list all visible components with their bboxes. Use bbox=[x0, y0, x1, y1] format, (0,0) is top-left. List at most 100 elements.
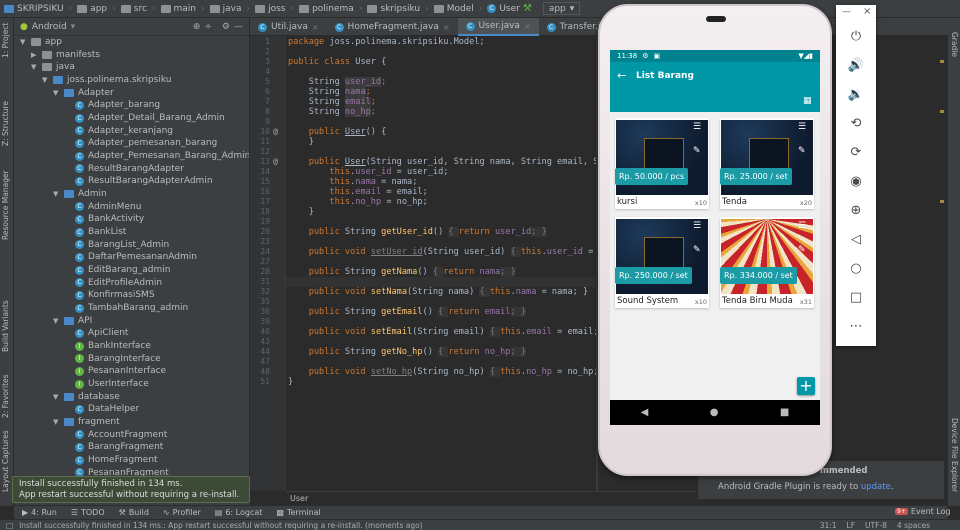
tool-layout-captures[interactable]: Layout Captures bbox=[1, 430, 10, 492]
tree-item[interactable]: C ResultBarangAdapter bbox=[64, 163, 184, 175]
tool-favorites[interactable]: 2: Favorites bbox=[1, 374, 10, 418]
run-config-select[interactable]: app ▾ bbox=[542, 2, 581, 15]
home-icon[interactable]: ○ bbox=[836, 261, 876, 276]
tree-item[interactable]: C HomeFragment bbox=[64, 454, 158, 466]
error-stripe-mark[interactable] bbox=[940, 110, 944, 113]
locate-icon[interactable]: ⊕ bbox=[193, 22, 201, 32]
tree-item[interactable]: C DataHelper bbox=[64, 403, 139, 415]
tree-item[interactable]: C Adapter_keranjang bbox=[64, 125, 173, 137]
tool-project[interactable]: 1: Project bbox=[1, 23, 10, 58]
edit-pencil-icon[interactable]: ✎ bbox=[693, 245, 701, 255]
expanded-arrow-icon[interactable]: ▼ bbox=[42, 76, 49, 84]
grid-view-icon[interactable]: ▦ bbox=[803, 96, 812, 106]
back-icon[interactable]: ◁ bbox=[836, 232, 876, 247]
list-icon[interactable]: ☰ bbox=[798, 122, 806, 132]
breadcrumb-item[interactable]: app bbox=[77, 4, 107, 14]
expanded-arrow-icon[interactable]: ▼ bbox=[53, 418, 60, 426]
tree-item[interactable]: C Adapter_Detail_Barang_Admin bbox=[64, 112, 225, 124]
tree-item[interactable]: ▼ fragment bbox=[53, 416, 120, 428]
error-stripe-mark[interactable] bbox=[940, 200, 944, 203]
expanded-arrow-icon[interactable]: ▼ bbox=[53, 89, 60, 97]
hide-icon[interactable]: — bbox=[234, 22, 243, 32]
close-tab-icon[interactable]: × bbox=[524, 22, 531, 31]
breadcrumb-item[interactable]: skripsiku bbox=[367, 4, 420, 14]
nav-home-icon[interactable]: ● bbox=[710, 407, 719, 418]
tree-item[interactable]: C EditProfileAdmin bbox=[64, 277, 162, 289]
breadcrumb-item[interactable]: joss bbox=[255, 4, 285, 14]
close-tab-icon[interactable]: × bbox=[312, 23, 319, 32]
tree-item[interactable]: C BankList bbox=[64, 226, 126, 238]
line-separator[interactable]: LF bbox=[847, 521, 856, 530]
tool-terminal-button[interactable]: ▩ Terminal bbox=[276, 508, 320, 517]
tree-item[interactable]: C Adapter_Pemesanan_Barang_Admin bbox=[64, 150, 249, 162]
project-view-select[interactable]: Android bbox=[32, 22, 67, 32]
expanded-arrow-icon[interactable]: ▼ bbox=[53, 393, 60, 401]
list-icon[interactable]: ☰ bbox=[798, 221, 806, 231]
tree-item[interactable]: C ApiClient bbox=[64, 327, 128, 339]
tool-build-variants[interactable]: Build Variants bbox=[1, 300, 10, 352]
tree-item[interactable]: ▼ Adapter bbox=[53, 87, 114, 99]
tree-item[interactable]: C EditBarang_admin bbox=[64, 264, 170, 276]
tree-item[interactable]: C ResultBarangAdapterAdmin bbox=[64, 175, 213, 187]
tool-device-file-explorer[interactable]: Device File Explorer bbox=[950, 418, 959, 492]
edit-pencil-icon[interactable]: ✎ bbox=[798, 146, 806, 156]
breadcrumb-item[interactable]: polinema bbox=[299, 4, 354, 14]
rotate-left-icon[interactable]: ⟲ bbox=[836, 116, 876, 131]
tool-logcat-button[interactable]: ▤ 6: Logcat bbox=[215, 508, 263, 517]
event-log-button[interactable]: 9+ Event Log bbox=[895, 507, 951, 516]
edit-pencil-icon[interactable]: ✎ bbox=[798, 245, 806, 255]
close-icon[interactable]: × bbox=[863, 6, 871, 17]
tool-build-button[interactable]: ⚒ Build bbox=[119, 508, 149, 517]
gear-icon[interactable]: ⚙ bbox=[222, 22, 230, 32]
tree-item[interactable]: I BarangInterface bbox=[64, 353, 161, 365]
item-card[interactable]: ☰ ✎ Rp. 250.000 / set Sound System x10 bbox=[615, 217, 709, 308]
override-marker-icon[interactable]: @ bbox=[268, 127, 278, 136]
tree-item[interactable]: I UserInterface bbox=[64, 378, 149, 390]
tree-item[interactable]: C DaftarPemesananAdmin bbox=[64, 251, 197, 263]
tool-structure[interactable]: Z: Structure bbox=[1, 101, 10, 146]
tree-item[interactable]: ▼ joss.polinema.skripsiku bbox=[42, 74, 172, 86]
tree-item[interactable]: C BarangFragment bbox=[64, 441, 163, 453]
list-icon[interactable]: ☰ bbox=[693, 122, 701, 132]
tree-item[interactable]: C AccountFragment bbox=[64, 429, 167, 441]
item-card[interactable]: ☰ ✎ Rp. 50.000 / pcs kursi x10 bbox=[615, 118, 709, 209]
item-card[interactable]: ☰ ✎ Rp. 25.000 / set Tenda x20 bbox=[720, 118, 814, 209]
tree-item[interactable]: ▶ manifests bbox=[31, 49, 100, 61]
build-hammer-icon[interactable]: ⚒ bbox=[523, 3, 532, 14]
breadcrumb-item[interactable]: main bbox=[160, 4, 196, 14]
tool-resource-manager[interactable]: Resource Manager bbox=[1, 170, 10, 240]
camera-icon[interactable]: ◉ bbox=[836, 174, 876, 189]
tree-item[interactable]: C Adapter_pemesanan_barang bbox=[64, 137, 217, 149]
tree-item[interactable]: C AdminMenu bbox=[64, 201, 141, 213]
item-card[interactable]: ☰ ✎ Rp. 334.000 / set Tenda Biru Muda x31 bbox=[720, 217, 814, 308]
list-icon[interactable]: ☰ bbox=[693, 221, 701, 231]
expanded-arrow-icon[interactable]: ▼ bbox=[53, 190, 60, 198]
error-stripe-mark[interactable] bbox=[940, 60, 944, 63]
close-tab-icon[interactable]: × bbox=[443, 23, 450, 32]
update-link[interactable]: update bbox=[861, 482, 891, 492]
collapse-icon[interactable]: ÷ bbox=[204, 22, 212, 32]
breadcrumb-item[interactable]: Model bbox=[433, 4, 474, 14]
tree-item[interactable]: ▼ java bbox=[31, 61, 75, 73]
editor-tab[interactable]: C HomeFragment.java × bbox=[327, 18, 458, 36]
collapsed-arrow-icon[interactable]: ▶ bbox=[31, 51, 38, 59]
breadcrumb-item[interactable]: C User bbox=[487, 4, 520, 14]
minimize-icon[interactable]: — bbox=[842, 7, 851, 17]
back-arrow-icon[interactable]: ← bbox=[617, 69, 626, 82]
breadcrumb-item[interactable]: SKRIPSIKU bbox=[4, 4, 64, 14]
nav-recents-icon[interactable]: ■ bbox=[780, 407, 789, 418]
tree-item[interactable]: C TambahBarang_admin bbox=[64, 302, 188, 314]
file-encoding[interactable]: UTF-8 bbox=[865, 521, 887, 530]
chevron-down-icon[interactable]: ▾ bbox=[71, 22, 76, 32]
editor-tab[interactable]: C Util.java × bbox=[250, 18, 327, 36]
rotate-right-icon[interactable]: ⟳ bbox=[836, 145, 876, 160]
tool-gradle[interactable]: Gradle bbox=[950, 32, 959, 57]
expanded-arrow-icon[interactable]: ▼ bbox=[31, 63, 38, 71]
emulator-screen[interactable]: 11:38 ⚙ ▣ ▼◢▮ ← List Barang ▦ ☰ ✎ Rp. 50.0… bbox=[610, 50, 820, 425]
tree-item[interactable]: I PesananInterface bbox=[64, 365, 166, 377]
edit-pencil-icon[interactable]: ✎ bbox=[693, 146, 701, 156]
breadcrumb-item[interactable]: java bbox=[209, 4, 241, 14]
overview-icon[interactable]: □ bbox=[836, 290, 876, 305]
zoom-icon[interactable]: ⊕ bbox=[836, 203, 876, 218]
power-icon[interactable]: ⏻ bbox=[836, 29, 876, 44]
